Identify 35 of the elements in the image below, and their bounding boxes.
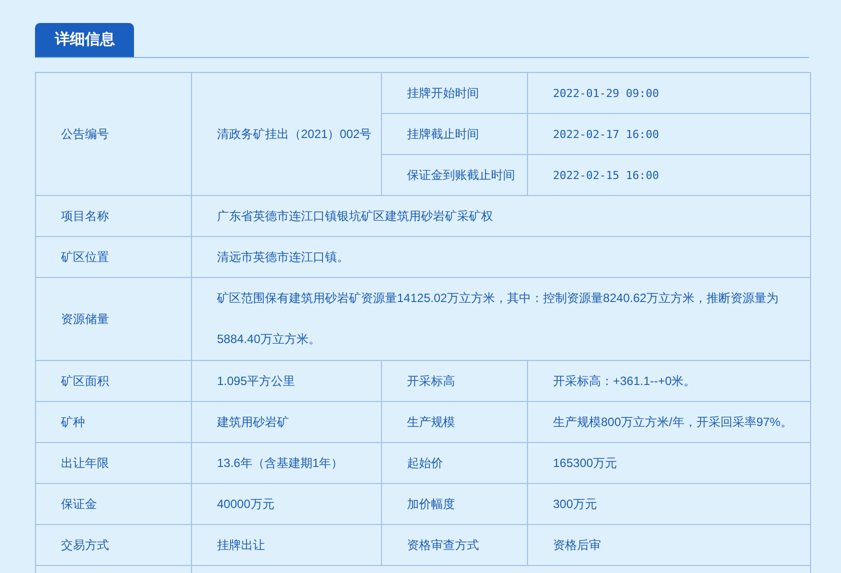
field-value: 1.095平方公里 [192, 360, 382, 402]
field-label: 交易方式 [36, 524, 192, 566]
field-value: 清政务矿挂出（2021）002号 [192, 72, 382, 196]
field-value: 2022-02-17 16:00 [528, 114, 810, 154]
field-value: 2022-02-15 16:00 [528, 154, 810, 196]
field-value: 开采标高：+361.1--+0米。 [528, 360, 810, 402]
field-label: 保证金 [36, 484, 192, 524]
field-label: 起始价 [382, 442, 528, 484]
field-value: 165300万元 [528, 442, 810, 484]
field-label: 保证金到账截止时间 [382, 154, 528, 196]
field-label: 挂牌开始时间 [382, 72, 528, 114]
field-label: 公告编号 [36, 72, 192, 196]
details-tab[interactable]: 详细信息 [35, 23, 134, 57]
field-label: 生产规模 [382, 402, 528, 442]
field-value: 2022-01-29 09:00 [528, 72, 810, 114]
field-value: 清远市英德市连江口镇。 [192, 236, 810, 278]
field-value: 生产规模800万立方米/年，开采回采率97%。 [528, 402, 810, 442]
field-value: 矿区范围保有建筑用砂岩矿资源量14125.02万立方米，其中：控制资源量8240.62万立方米，推断资源量为5884.40万立方米。 [192, 278, 810, 360]
field-label: 开采标高 [382, 360, 528, 402]
field-label: 矿区面积 [36, 360, 192, 402]
field-label: 出让年限 [36, 442, 192, 484]
field-value: 建筑用砂岩矿 [192, 402, 382, 442]
field-label: 矿区位置 [36, 236, 192, 278]
field-value: 挂牌出让 [192, 524, 382, 566]
field-value: 300万元 [528, 484, 810, 524]
field-value: 13.6年（含基建期1年） [192, 442, 382, 484]
field-label: 资格审查方式 [382, 524, 528, 566]
field-label: 矿种 [36, 402, 192, 442]
field-value: 广东省英德市连江口镇银坑矿区建筑用砂岩矿采矿权 [192, 196, 810, 236]
field-label: 加价幅度 [382, 484, 528, 524]
field-label: 资源储量 [36, 278, 192, 360]
field-value: 资格后审 [528, 524, 810, 566]
field-label: 挂牌截止时间 [382, 114, 528, 154]
field-label: 项目名称 [36, 196, 192, 236]
field-value: 40000万元 [192, 484, 382, 524]
